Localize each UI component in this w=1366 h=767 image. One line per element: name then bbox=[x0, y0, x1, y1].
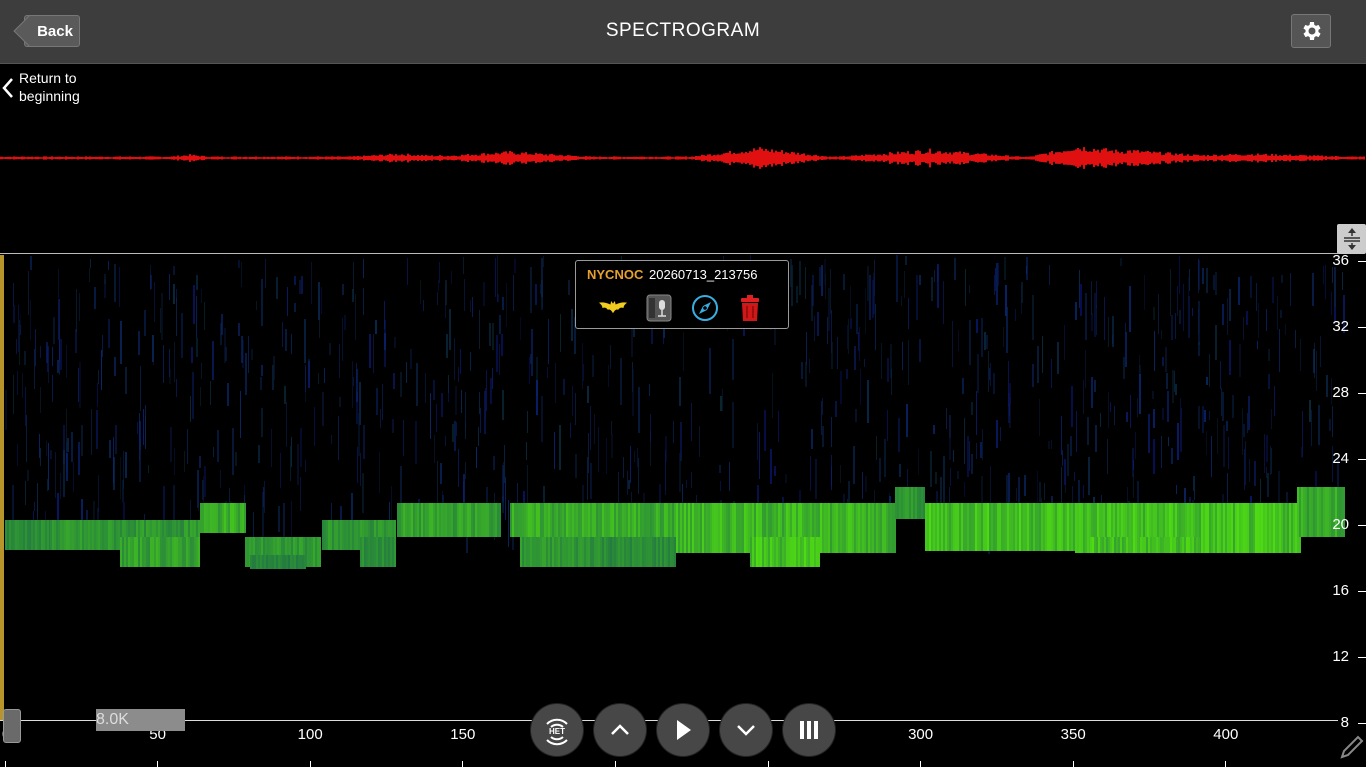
pause-button[interactable] bbox=[783, 704, 835, 756]
x-tick bbox=[767, 761, 769, 767]
bat-icon bbox=[598, 300, 628, 314]
delete-button[interactable] bbox=[735, 293, 765, 323]
waveform-overview[interactable] bbox=[0, 130, 1366, 190]
split-resize-handle[interactable] bbox=[1337, 224, 1366, 254]
recorder-info-button[interactable] bbox=[644, 293, 674, 323]
return-label: Return to beginning bbox=[19, 69, 80, 105]
x-tick bbox=[4, 761, 6, 767]
species-id-button[interactable] bbox=[598, 293, 628, 323]
compass-icon bbox=[692, 295, 718, 321]
play-icon bbox=[677, 720, 691, 740]
chevron-left-icon bbox=[2, 78, 13, 98]
location-button[interactable] bbox=[690, 293, 720, 323]
return-label-line2: beginning bbox=[19, 88, 80, 104]
top-bar: Back SPECTROGRAM bbox=[0, 0, 1366, 64]
recording-filename: 20260713_213756 bbox=[649, 267, 758, 282]
return-to-beginning-link[interactable]: Return to beginning bbox=[0, 69, 100, 105]
x-tick-label: 400 bbox=[1213, 726, 1239, 743]
x-tick bbox=[462, 761, 464, 767]
range-slider-handle[interactable] bbox=[3, 709, 21, 743]
y-tick-label: 20 bbox=[1332, 516, 1349, 533]
y-tick bbox=[1358, 657, 1366, 658]
het-icon: HET bbox=[546, 718, 568, 746]
y-tick bbox=[1358, 525, 1366, 526]
settings-button[interactable] bbox=[1291, 14, 1331, 48]
playhead-cursor[interactable] bbox=[0, 255, 4, 720]
species-code: NYCNOC bbox=[587, 267, 644, 282]
return-label-line1: Return to bbox=[19, 70, 77, 86]
x-tick bbox=[614, 761, 616, 767]
trash-icon bbox=[741, 295, 759, 321]
gear-icon bbox=[1303, 22, 1321, 40]
chevron-down-icon bbox=[737, 725, 755, 736]
recorder-icon bbox=[646, 294, 672, 322]
x-tick-label: 350 bbox=[1060, 726, 1086, 743]
y-tick bbox=[1358, 591, 1366, 592]
y-tick-label: 12 bbox=[1332, 648, 1349, 665]
y-tick bbox=[1358, 393, 1366, 394]
y-tick-label: 36 bbox=[1332, 252, 1349, 269]
pause-icon bbox=[800, 721, 818, 739]
y-tick-label: 8 bbox=[1340, 714, 1349, 731]
y-tick bbox=[1358, 327, 1366, 328]
x-tick bbox=[1072, 761, 1074, 767]
x-tick-label: 100 bbox=[297, 726, 323, 743]
x-tick-label: 300 bbox=[908, 726, 934, 743]
x-tick bbox=[157, 761, 159, 767]
y-tick-label: 24 bbox=[1332, 450, 1349, 467]
next-down-button[interactable] bbox=[720, 704, 772, 756]
resize-vertical-icon bbox=[1343, 228, 1360, 250]
pencil-icon[interactable] bbox=[1338, 733, 1364, 761]
x-tick bbox=[920, 761, 922, 767]
het-button[interactable]: HET bbox=[531, 704, 583, 756]
svg-text:HET: HET bbox=[549, 727, 565, 736]
x-tick bbox=[309, 761, 311, 767]
y-tick bbox=[1358, 459, 1366, 460]
chevron-up-icon bbox=[611, 724, 629, 735]
x-tick bbox=[1225, 761, 1227, 767]
y-tick bbox=[1358, 723, 1366, 724]
waveform-divider bbox=[0, 253, 1338, 254]
y-tick-label: 32 bbox=[1332, 318, 1349, 335]
frequency-range-label: 8.0K bbox=[96, 709, 185, 731]
recording-info-panel: NYCNOC 20260713_213756 bbox=[575, 260, 789, 329]
y-tick bbox=[1358, 261, 1366, 262]
play-button[interactable] bbox=[657, 704, 709, 756]
page-title: SPECTROGRAM bbox=[605, 20, 761, 41]
y-tick-label: 28 bbox=[1332, 384, 1349, 401]
x-tick-label: 150 bbox=[450, 726, 476, 743]
previous-up-button[interactable] bbox=[594, 704, 646, 756]
y-tick-label: 16 bbox=[1332, 582, 1349, 599]
